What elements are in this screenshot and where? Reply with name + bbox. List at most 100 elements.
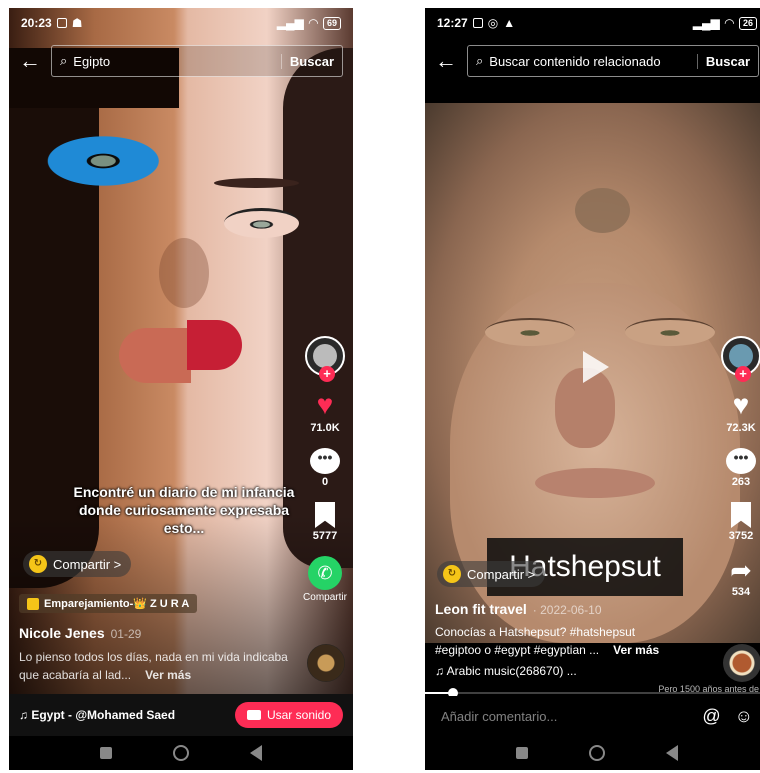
coin-icon: ↻ [443, 565, 461, 583]
battery-icon: 26 [738, 16, 757, 30]
music-track[interactable]: ♫ Arabic music(268670) ... [435, 664, 577, 678]
mention-icon[interactable]: @ [702, 706, 720, 727]
emoji-icon[interactable]: ☺ [735, 706, 753, 727]
music-disc-icon[interactable] [723, 644, 760, 682]
search-query: Egipto [73, 53, 111, 69]
back-nav-icon[interactable] [666, 745, 679, 761]
home-nav-icon[interactable] [588, 745, 605, 761]
signal-icon: ▂▄▆ [692, 16, 720, 30]
video-description[interactable]: Conocías a Hatshepsut? #hatshepsut #egip… [435, 623, 705, 659]
comment-input[interactable]: Añadir comentario... [441, 709, 688, 724]
like-button[interactable]: ♥ 72.3K [726, 389, 756, 435]
effect-icon [27, 597, 39, 610]
search-bar: ← ⌕ Egipto Buscar [9, 44, 353, 78]
notification-icon [56, 18, 67, 28]
search-button[interactable]: Buscar [696, 53, 750, 69]
bookmark-icon [314, 502, 335, 528]
music-note-icon: ♫ [19, 708, 28, 722]
music-note-icon: ♫ [435, 664, 444, 678]
save-button[interactable]: 3752 [729, 502, 753, 542]
status-bar: 20:23 ☗ ▂▄▆ ◠ 69 [9, 8, 353, 38]
wifi-icon: ◠ [308, 16, 318, 30]
signal-icon: ▂▄▆ [276, 16, 304, 30]
comment-icon: ••• [726, 448, 756, 474]
warning-icon: ▲ [503, 16, 516, 30]
phone-right: 12:27 ◎ ▲ ▂▄▆ ◠ 26 ← ⌕ Buscar contenido … [425, 8, 760, 770]
comment-bar: Añadir comentario... @ ☺ [425, 696, 760, 736]
video-progress-bar[interactable] [425, 688, 760, 698]
creator-avatar[interactable]: + [305, 336, 345, 382]
comment-count: 0 [321, 476, 329, 488]
heart-icon: ♥ [316, 389, 334, 420]
comment-icon: ••• [310, 448, 340, 474]
like-count: 72.3K [726, 422, 756, 434]
use-sound-button[interactable]: Usar sonido [234, 702, 343, 728]
search-icon: ⌕ [476, 53, 484, 68]
home-nav-icon[interactable] [172, 745, 189, 761]
recents-nav-icon[interactable] [515, 747, 528, 759]
effect-label: Emparejamiento-👑 Z U R A [44, 598, 190, 610]
video-description[interactable]: Lo pienso todos los días, nada en mi vid… [19, 648, 289, 684]
phone-left: 20:23 ☗ ▂▄▆ ◠ 69 ← ⌕ Egipto Buscar Encon… [9, 8, 353, 770]
like-count: 71.0K [310, 422, 340, 434]
music-disc-icon[interactable] [307, 644, 345, 682]
incognito-icon: ☗ [71, 16, 83, 30]
share-whatsapp-button[interactable]: ✆ Compartir [303, 556, 347, 603]
battery-icon: 69 [322, 16, 341, 30]
search-button[interactable]: Buscar [280, 53, 334, 69]
comment-button[interactable]: ••• 263 [726, 448, 756, 488]
ver-mas-link[interactable]: Ver más [145, 668, 191, 682]
share-arrow-icon: ➦ [730, 555, 752, 585]
search-bar: ← ⌕ Buscar contenido relacionado Buscar [425, 44, 760, 78]
wifi-icon: ◠ [724, 16, 734, 30]
system-nav-bar [425, 736, 760, 770]
sound-bar: ♫ Egypt - @Mohamed Saed Usar sonido [9, 694, 353, 736]
search-icon: ⌕ [60, 53, 68, 68]
heart-icon: ♥ [732, 389, 750, 420]
effect-tag[interactable]: Emparejamiento-👑 Z U R A [19, 594, 198, 613]
bookmark-icon [730, 502, 751, 528]
search-input[interactable]: ⌕ Buscar contenido relacionado Buscar [467, 45, 759, 77]
music-track[interactable]: ♫ Egypt - @Mohamed Saed [19, 708, 175, 722]
compartir-label: Compartir > [53, 556, 122, 572]
coin-icon: ↻ [29, 555, 47, 573]
compartir-label: Compartir > [467, 566, 536, 582]
comment-count: 263 [731, 476, 751, 488]
save-count: 3752 [728, 530, 754, 542]
comment-button[interactable]: ••• 0 [310, 448, 340, 488]
whatsapp-status-icon: ◎ [487, 16, 499, 30]
back-arrow-icon[interactable]: ← [19, 48, 41, 74]
save-count: 5777 [312, 530, 338, 542]
action-sidebar: + ♥ 71.0K ••• 0 5777 ✆ Compartir [303, 336, 347, 603]
post-date: · 2022-06-10 [532, 603, 602, 617]
action-sidebar: + ♥ 72.3K ••• 263 3752 ➦ 534 [719, 336, 760, 598]
compartir-button[interactable]: ↻ Compartir > [437, 561, 546, 587]
back-arrow-icon[interactable]: ← [435, 48, 457, 74]
back-nav-icon[interactable] [250, 745, 263, 761]
status-bar: 12:27 ◎ ▲ ▂▄▆ ◠ 26 [425, 8, 760, 38]
share-count: 534 [731, 586, 751, 598]
status-time: 20:23 [21, 16, 52, 30]
like-button[interactable]: ♥ 71.0K [310, 389, 340, 435]
compartir-button[interactable]: ↻ Compartir > [23, 551, 132, 577]
follow-plus-icon[interactable]: + [735, 366, 751, 382]
search-input[interactable]: ⌕ Egipto Buscar [51, 45, 343, 77]
play-icon[interactable] [583, 351, 609, 383]
recents-nav-icon[interactable] [99, 747, 112, 759]
system-nav-bar [9, 736, 353, 770]
camera-icon [246, 710, 261, 720]
video-left[interactable] [9, 8, 353, 694]
author-name[interactable]: Leon fit travel · 2022-06-10 [435, 601, 602, 617]
video-caption-overlay: Encontré un diario de mi infancia donde … [73, 484, 295, 536]
post-date: 01-29 [110, 627, 142, 641]
ver-mas-link[interactable]: Ver más [613, 643, 659, 657]
share-label: Compartir [303, 592, 347, 603]
share-button[interactable]: ➦ 534 [730, 556, 752, 598]
whatsapp-icon: ✆ [308, 556, 342, 590]
save-button[interactable]: 5777 [313, 502, 337, 542]
author-name[interactable]: Nicole Jenes 01-29 [19, 625, 141, 641]
status-time: 12:27 [437, 16, 468, 30]
search-placeholder: Buscar contenido relacionado [489, 53, 661, 69]
creator-avatar[interactable]: + [721, 336, 760, 382]
follow-plus-icon[interactable]: + [319, 366, 335, 382]
